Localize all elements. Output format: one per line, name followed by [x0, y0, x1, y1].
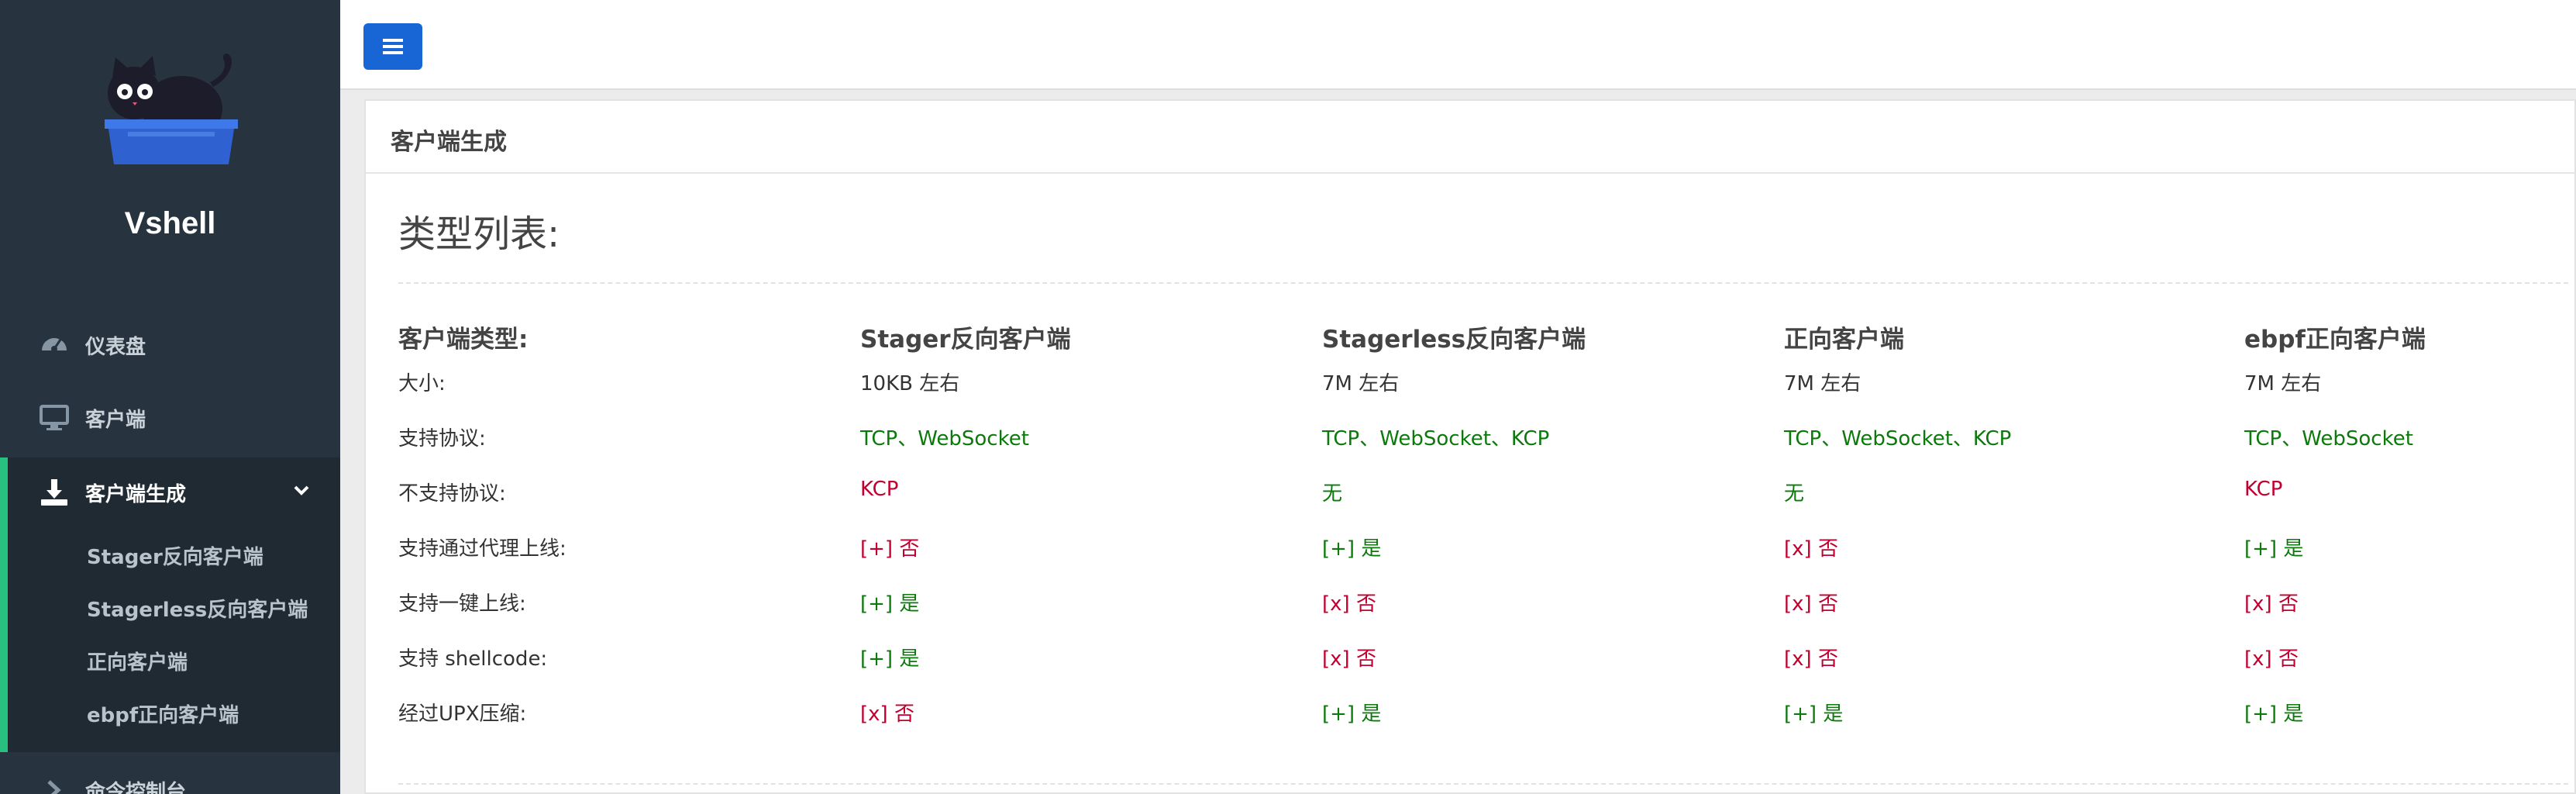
logo-area: Vshell — [0, 0, 340, 279]
table-cell: [x] 否 — [860, 703, 914, 726]
monitor-icon — [37, 401, 71, 435]
table-cell: 10KB 左右 — [860, 372, 960, 395]
table-cell: [x] 否 — [1322, 647, 1376, 671]
table-cell: [+] 是 — [1322, 703, 1382, 726]
table-cell: [+] 是 — [860, 647, 920, 671]
table-cell: TCP、WebSocket — [2244, 427, 2413, 451]
divider-bottom — [398, 783, 2568, 785]
section-title: 类型列表: — [398, 212, 560, 256]
table-cell: TCP、WebSocket、KCP — [1322, 427, 1550, 451]
table-cell: [+] 是 — [860, 592, 920, 616]
table-cell: [x] 否 — [1322, 592, 1376, 616]
subnav-item-ebpf[interactable]: ebpf正向客户端 — [87, 699, 239, 728]
col-header-type: 客户端类型: — [398, 326, 529, 354]
row-label: 支持通过代理上线: — [398, 537, 567, 561]
nav-clients[interactable]: 客户端 — [0, 383, 340, 453]
row-label: 支持 shellcode: — [398, 647, 548, 671]
col-header-stager: Stager反向客户端 — [860, 326, 1071, 354]
table-cell: [+] 是 — [2244, 703, 2304, 726]
col-header-stagerless: Stagerless反向客户端 — [1322, 326, 1586, 354]
table-cell: TCP、WebSocket — [860, 427, 1029, 451]
table-cell: 无 — [1322, 482, 1343, 506]
col-header-ebpf: ebpf正向客户端 — [2244, 326, 2426, 354]
download-icon — [37, 475, 71, 509]
table-cell: 7M 左右 — [1784, 372, 1861, 395]
nav-clients-label: 客户端 — [85, 408, 146, 432]
dashboard-icon — [37, 328, 71, 362]
chevron-down-icon — [294, 485, 309, 495]
menu-toggle-button[interactable] — [363, 23, 422, 70]
table-cell: 无 — [1784, 482, 1805, 506]
nav-command-console[interactable]: 命令控制台 — [0, 755, 340, 794]
table-cell: [x] 否 — [2244, 647, 2299, 671]
chevron-right-icon — [37, 773, 71, 794]
nav-client-generate[interactable]: 客户端生成 — [0, 457, 340, 527]
subnav-item-stagerless[interactable]: Stagerless反向客户端 — [87, 594, 308, 623]
table-cell: [+] 否 — [860, 537, 920, 561]
brand-name: Vshell — [124, 206, 216, 240]
table-cell: TCP、WebSocket、KCP — [1784, 427, 2012, 451]
panel-title: 客户端生成 — [391, 129, 507, 156]
row-label: 支持协议: — [398, 427, 486, 451]
nav-command-console-label: 命令控制台 — [85, 780, 187, 794]
hamburger-icon — [383, 39, 403, 54]
table-cell: [x] 否 — [1784, 537, 1838, 561]
col-header-forward: 正向客户端 — [1784, 326, 1904, 354]
top-bar — [340, 0, 2576, 90]
table-cell: [x] 否 — [1784, 647, 1838, 671]
cat-logo-icon — [105, 54, 238, 164]
subnav-item-stager[interactable]: Stager反向客户端 — [87, 541, 263, 570]
table-cell: [+] 是 — [2244, 537, 2304, 561]
subnav-item-forward[interactable]: 正向客户端 — [87, 647, 188, 675]
table-cell: KCP — [860, 478, 899, 501]
nav-dashboard-label: 仪表盘 — [85, 335, 146, 359]
table-cell: [+] 是 — [1322, 537, 1382, 561]
row-label: 支持一键上线: — [398, 592, 526, 616]
panel-header: 客户端生成 — [366, 101, 2574, 174]
table-cell: [x] 否 — [1784, 592, 1838, 616]
client-generate-panel: 客户端生成 类型列表: 客户端类型: Stager反向客户端 Stagerles… — [364, 99, 2576, 794]
divider — [398, 282, 2568, 284]
row-label: 经过UPX压缩: — [398, 703, 527, 726]
table-cell: KCP — [2244, 478, 2283, 501]
table-cell: [x] 否 — [2244, 592, 2299, 616]
row-label: 大小: — [398, 372, 446, 395]
row-label: 不支持协议: — [398, 482, 506, 506]
nav-client-generate-label: 客户端生成 — [85, 482, 187, 506]
table-cell: 7M 左右 — [1322, 372, 1400, 395]
table-cell: [+] 是 — [1784, 703, 1844, 726]
nav-dashboard[interactable]: 仪表盘 — [0, 310, 340, 380]
sidebar: Vshell 仪表盘 客户端 客户端生成 Stager反向客户端 Stagerl… — [0, 0, 340, 794]
table-cell: 7M 左右 — [2244, 372, 2322, 395]
subnav-client-generate: Stager反向客户端 Stagerless反向客户端 正向客户端 ebpf正向… — [0, 523, 340, 752]
